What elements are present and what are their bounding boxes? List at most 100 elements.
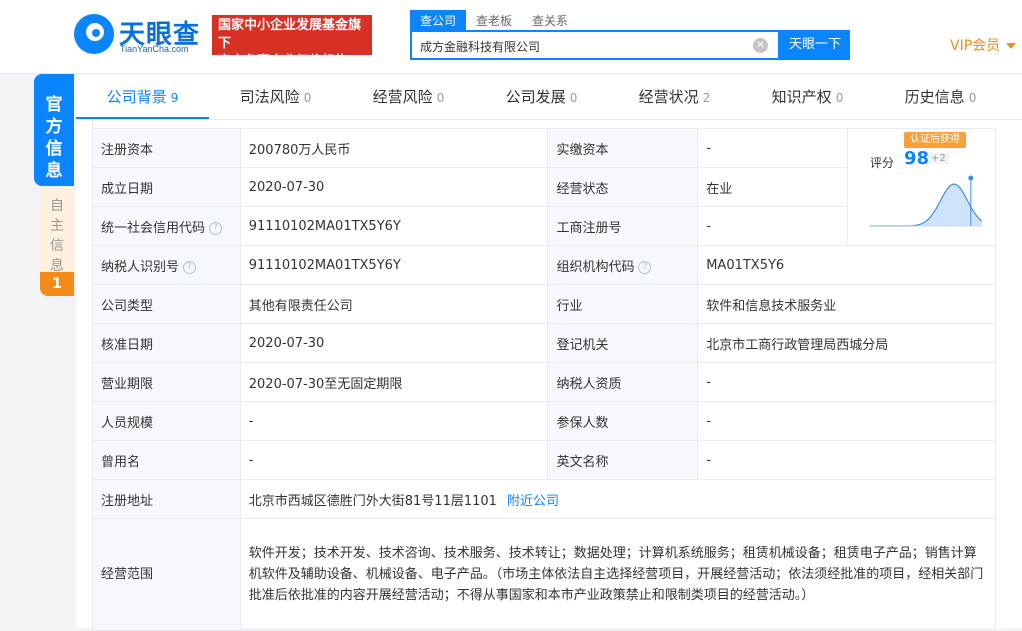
logo-domain: TianYanCha.com [120, 44, 189, 54]
field-label: 核准日期 [92, 323, 241, 363]
field-value: 软件和信息技术服务业 [697, 284, 996, 324]
field-value: - [697, 206, 848, 246]
field-value: - [697, 401, 996, 441]
tab-business-risk[interactable]: 经营风险 0 [342, 74, 475, 119]
badge-line1: 国家中小企业发展基金旗下 [218, 18, 362, 51]
field-label: 实缴资本 [547, 128, 699, 168]
field-label: 经营状态 [547, 167, 699, 207]
field-label: 成立日期 [92, 167, 241, 207]
score-value: 98 [903, 148, 930, 169]
field-value: 91110102MA01TX5Y6Y [239, 245, 549, 285]
table-row: 人员规模 - 参保人数 - [92, 401, 996, 441]
badge-line2: 官方备案企业征信机构 [218, 54, 349, 69]
field-value: - [239, 440, 549, 480]
search-tabs: 查公司 查老板 查关系 [410, 10, 578, 30]
side-tab-self[interactable]: 自主信息 1 [40, 188, 74, 296]
table-row: 注册地址 北京市西城区德胜门外大街81号11层1101 附近公司 [92, 479, 997, 519]
field-label: 经营范围 [92, 518, 241, 631]
clear-icon[interactable]: ✕ [753, 38, 768, 53]
tab-count: 9 [170, 91, 179, 105]
field-value: - [697, 128, 848, 168]
address-text: 北京市西城区德胜门外大街81号11层1101 [248, 493, 497, 509]
score-panel[interactable]: 认证后获得 评分 98 +2 [846, 128, 997, 246]
field-label: 注册资本 [92, 128, 241, 168]
score-label: 评分 [869, 156, 894, 170]
business-info-table: 注册资本 200780万人民币 实缴资本 - 认证后获得 评分 98 +2 成立… [92, 128, 997, 631]
tab-operating-status[interactable]: 经营状况 2 [608, 74, 741, 119]
field-value: 在业 [697, 167, 848, 207]
field-value: 2020-07-30 [239, 167, 549, 207]
table-row: 公司类型 其他有限责任公司 行业 软件和信息技术服务业 [92, 284, 996, 324]
tab-history[interactable]: 历史信息 0 [874, 74, 1007, 119]
field-label-text: 组织机构代码 [556, 259, 635, 275]
score-marker-dot [968, 175, 974, 181]
field-label: 营业期限 [92, 362, 241, 402]
search-tab-boss[interactable]: 查老板 [466, 10, 522, 30]
table-row: 经营范围 软件开发；技术开发、技术咨询、技术服务、技术转让；数据处理；计算机系统… [92, 518, 997, 631]
side-tab-official-label: 官方信息 [45, 95, 63, 181]
nearby-companies-link[interactable]: 附近公司 [507, 494, 559, 509]
field-value: 2020-07-30 [239, 323, 549, 363]
field-label: 组织机构代码? [547, 245, 699, 285]
tab-intellectual-property[interactable]: 知识产权 0 [741, 74, 874, 119]
table-row: 核准日期 2020-07-30 登记机关 北京市工商行政管理局西城分局 [92, 323, 996, 363]
tab-count: 0 [835, 91, 844, 105]
field-label: 纳税人资质 [547, 362, 699, 402]
divider [92, 120, 1022, 128]
field-value: - [239, 401, 549, 441]
score-bonus: +2 [927, 153, 949, 164]
tab-count: 0 [968, 91, 977, 105]
question-icon[interactable]: ? [183, 260, 197, 274]
question-icon[interactable]: ? [638, 260, 652, 274]
field-value: 北京市西城区德胜门外大街81号11层1101 附近公司 [239, 479, 997, 519]
tab-company-background[interactable]: 公司背景 9 [76, 74, 209, 119]
field-label: 曾用名 [92, 440, 241, 480]
tab-label: 公司背景 [106, 88, 167, 106]
side-tab-official[interactable]: 官方信息 [34, 74, 74, 186]
field-value: 200780万人民币 [239, 128, 549, 168]
table-row: 营业期限 2020-07-30至无固定期限 纳税人资质 - [92, 362, 996, 402]
section-tabs: 公司背景 9 司法风险 0 经营风险 0 公司发展 0 经营状况 2 知识产权 0 历史信息… [76, 74, 1022, 120]
table-row: 注册资本 200780万人民币 实缴资本 - 认证后获得 评分 98 +2 [92, 128, 997, 246]
tab-count: 0 [303, 91, 312, 105]
side-tab-self-count: 1 [40, 272, 74, 296]
tab-label: 历史信息 [904, 88, 965, 106]
field-label: 英文名称 [547, 440, 699, 480]
tab-count: 0 [569, 91, 578, 105]
company-card: 公司背景 9 司法风险 0 经营风险 0 公司发展 0 经营状况 2 知识产权 0 历史信息… [76, 74, 1022, 631]
field-value: - [697, 440, 996, 480]
field-label: 工商注册号 [547, 206, 699, 246]
tab-judicial-risk[interactable]: 司法风险 0 [209, 74, 342, 119]
tab-count: 0 [436, 91, 445, 105]
field-value: 2020-07-30至无固定期限 [239, 362, 549, 402]
vip-menu[interactable]: VIP会员 [950, 35, 1017, 55]
search-button[interactable]: 天眼一下 [780, 30, 850, 60]
chevron-down-icon [1006, 43, 1017, 49]
field-label: 注册地址 [92, 479, 241, 519]
search-tab-company[interactable]: 查公司 [410, 10, 467, 30]
score-curve-fill [869, 184, 982, 226]
side-tab-self-label: 自主信息 [50, 198, 64, 274]
search-tab-relation[interactable]: 查关系 [522, 10, 578, 30]
logo-eye-icon [74, 14, 114, 54]
vip-label: VIP会员 [950, 38, 1001, 54]
question-icon[interactable]: ? [209, 221, 223, 235]
tab-label: 司法风险 [239, 88, 300, 106]
search-input[interactable]: 成方金融科技有限公司 ✕ [410, 30, 780, 60]
top-bar: 天眼查 TianYanCha.com 国家中小企业发展基金旗下 官方备案企业征信… [0, 0, 1022, 74]
field-value: MA01TX5Y6 [697, 245, 996, 285]
table-row: 纳税人识别号? 91110102MA01TX5Y6Y 组织机构代码? MA01T… [92, 245, 996, 285]
logo[interactable]: 天眼查 TianYanCha.com [74, 12, 204, 56]
business-scope-text: 软件开发；技术开发、技术咨询、技术服务、技术转让；数据处理；计算机系统服务；租赁… [239, 518, 997, 631]
field-label: 统一社会信用代码? [92, 206, 241, 246]
search-value: 成方金融科技有限公司 [420, 40, 541, 54]
field-label: 纳税人识别号? [92, 245, 241, 285]
field-label: 参保人数 [547, 401, 699, 441]
tab-company-development[interactable]: 公司发展 0 [475, 74, 608, 119]
score-distribution-chart [869, 175, 982, 227]
field-label: 人员规模 [92, 401, 241, 441]
field-value: 其他有限责任公司 [239, 284, 549, 324]
tab-label: 公司发展 [505, 88, 566, 106]
table-row: 曾用名 - 英文名称 - [92, 440, 996, 480]
field-value: - [697, 362, 996, 402]
